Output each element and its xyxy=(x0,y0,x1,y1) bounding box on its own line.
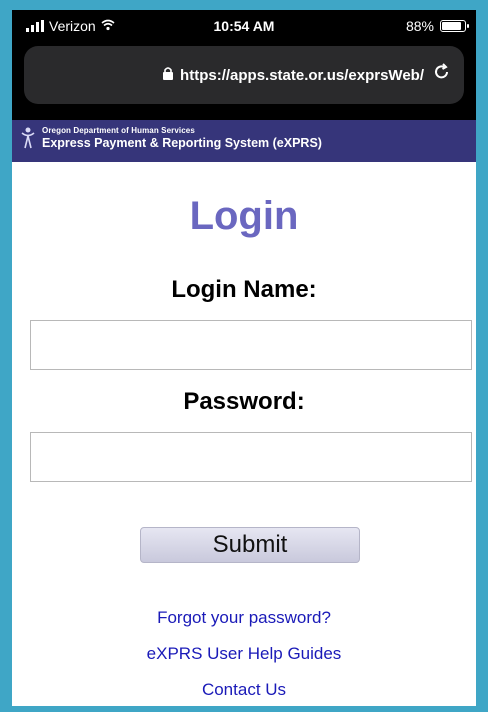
login-name-label: Login Name: xyxy=(171,276,317,303)
battery-area: 88% xyxy=(405,18,469,34)
agency-name: Oregon Department of Human Services xyxy=(42,126,195,135)
system-name: Express Payment & Reporting System (eXPR… xyxy=(42,136,322,150)
agency-logo-icon xyxy=(20,126,36,156)
password-label: Password: xyxy=(183,388,305,415)
login-name-input[interactable] xyxy=(30,320,472,370)
lock-icon xyxy=(162,66,174,84)
agency-banner: Oregon Department of Human Services Expr… xyxy=(12,120,476,162)
status-bar: Verizon 10:54 AM 88% https://apps.state.… xyxy=(12,10,476,120)
forgot-password-link[interactable]: Forgot your password? xyxy=(12,608,476,628)
url-display[interactable]: https://apps.state.or.us/exprsWeb/ xyxy=(24,66,424,84)
password-input[interactable] xyxy=(30,432,472,482)
battery-percent: 88% xyxy=(405,18,434,34)
page-title: Login xyxy=(189,194,299,238)
reload-icon[interactable] xyxy=(432,62,452,88)
address-bar[interactable]: https://apps.state.or.us/exprsWeb/ xyxy=(24,46,464,104)
url-text: https://apps.state.or.us/exprsWeb/ xyxy=(180,66,424,84)
submit-button[interactable]: Submit xyxy=(140,527,360,563)
contact-us-link[interactable]: Contact Us xyxy=(12,680,476,700)
login-page: Login Login Name: Password: Submit Forgo… xyxy=(12,162,476,706)
help-guides-link[interactable]: eXPRS User Help Guides xyxy=(12,644,476,664)
battery-icon xyxy=(440,20,469,32)
